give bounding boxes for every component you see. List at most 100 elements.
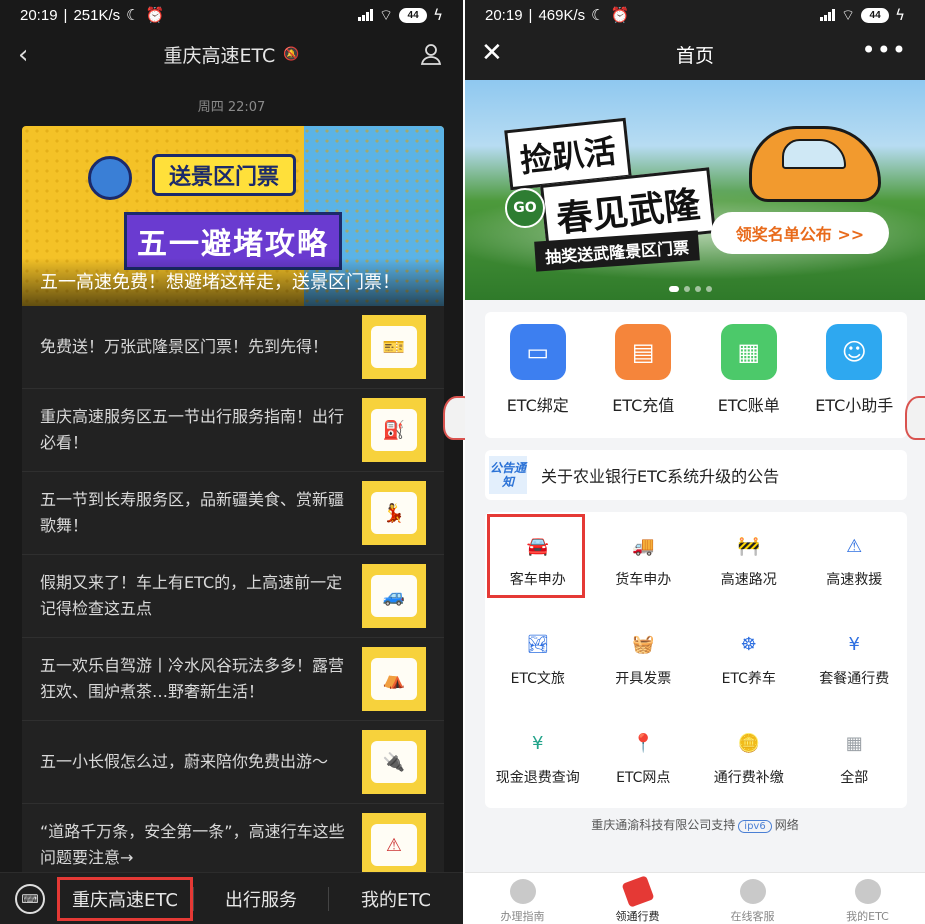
- car-icon: 🚙: [371, 575, 417, 617]
- dancer-icon: 💃: [371, 492, 417, 534]
- quick-etc-bill[interactable]: ▦ ETC账单: [696, 312, 802, 438]
- announcement-badge: 公告通知: [489, 456, 527, 494]
- service-rescue[interactable]: ⚠ 高速救援: [802, 512, 908, 611]
- promo-banner[interactable]: 捡趴活 春见武隆 GO 抽奖送武隆景区门票 领奖名单公布 >>: [465, 80, 925, 300]
- location-pin-icon: 📍: [632, 733, 655, 755]
- customer-service-icon: [739, 879, 766, 904]
- article-item[interactable]: “道路千万条，安全第一条”，高速行车这些问题要注意→ ⚠: [22, 804, 444, 878]
- article-title: 五一节到长寿服务区，品新疆美食、赏新疆歌舞！: [40, 490, 345, 535]
- message-timestamp: 周四 22:07: [197, 100, 266, 115]
- status-speed: 469K/s: [538, 6, 586, 24]
- banner-go-badge: GO: [505, 188, 545, 228]
- status-bar: 20:19 | 469K/s ☾ ⏰ ⌔ 44 ϟ: [485, 5, 905, 25]
- quick-actions: ▭ ETC绑定 ▤ ETC充值 ▦ ETC账单 ☺ ETC小助手: [485, 312, 907, 438]
- menu-tab-my-etc[interactable]: 我的ETC: [329, 886, 463, 912]
- etc-miniapp-panel: 20:19 | 469K/s ☾ ⏰ ⌔ 44 ϟ ✕ 首页 ••• 捡趴活 春…: [465, 0, 925, 924]
- service-package-toll[interactable]: ¥ 套餐通行费: [802, 611, 908, 710]
- mute-bell-icon: 🔕: [283, 46, 300, 62]
- calendar-bill-icon: ▦: [720, 324, 777, 380]
- article-item[interactable]: 五一节到长寿服务区，品新疆美食、赏新疆歌舞！ 💃: [22, 472, 444, 555]
- quick-etc-assistant[interactable]: ☺ ETC小助手: [802, 312, 908, 438]
- app-header: 20:19 | 469K/s ☾ ⏰ ⌔ 44 ϟ ✕ 首页 •••: [465, 0, 925, 80]
- article-card: 送景区门票 五一避堵攻略 五一高速免费！想避堵这样走，送景区门票！ 免费送！万张…: [22, 126, 444, 878]
- steering-wheel-icon: ☸: [740, 634, 757, 656]
- support-footnote: 重庆通渝科技有限公司支持 ipv6 网络: [591, 818, 799, 833]
- article-item[interactable]: 免费送！万张武隆景区门票！先到先得！ 🎫: [22, 306, 444, 389]
- tab-guide[interactable]: 办理指南: [465, 873, 580, 924]
- article-item[interactable]: 五一欢乐自驾游丨冷水风谷玩法多多！露营狂欢、围炉煮茶…野奢新生活！ ⛺: [22, 638, 444, 721]
- service-invoice[interactable]: 🧺 开具发票: [591, 611, 697, 710]
- service-passenger-car-apply[interactable]: 🚘 客车申办: [485, 512, 591, 611]
- charging-icon: ϟ: [895, 6, 905, 24]
- tent-icon: ⛺: [371, 658, 417, 700]
- moon-icon: ☾: [591, 7, 605, 24]
- back-arrow-icon[interactable]: ‹: [18, 40, 28, 70]
- profile-icon[interactable]: [419, 42, 443, 70]
- tab-toll-coupon[interactable]: 领通行费: [580, 873, 695, 924]
- article-thumbnail: 🚙: [362, 564, 426, 628]
- announcement-text: 关于农业银行ETC系统升级的公告: [541, 467, 780, 486]
- article-thumbnail: 💃: [362, 481, 426, 545]
- battery-icon: 44: [399, 7, 428, 23]
- signal-icon: [819, 9, 835, 21]
- service-truck-apply[interactable]: 🚚 货车申办: [591, 512, 697, 611]
- grid-all-icon: ▦: [845, 733, 863, 755]
- ipv6-badge: ipv6: [738, 820, 772, 833]
- tab-my-etc[interactable]: 我的ETC: [810, 873, 925, 924]
- service-area-icon: ⛽: [371, 409, 417, 451]
- status-time: 20:19: [20, 6, 58, 24]
- service-all[interactable]: ▦ 全部: [802, 709, 908, 808]
- warning-icon: ⚠: [846, 535, 863, 557]
- basket-invoice-icon: 🧺: [632, 634, 655, 656]
- article-thumbnail: 🎫: [362, 315, 426, 379]
- service-grid: 🚘 客车申办 🚚 货车申办 🚧 高速路况 ⚠ 高速救援 🏞 ETC文旅 🧺 开具…: [485, 512, 907, 808]
- close-icon[interactable]: ✕: [481, 38, 503, 68]
- tab-online-service[interactable]: 在线客服: [695, 873, 810, 924]
- chat-title: 重庆高速ETC: [163, 44, 276, 67]
- service-toll-repayment[interactable]: 🪙 通行费补缴: [696, 709, 802, 808]
- warning-triangle-icon: ⚠: [371, 824, 417, 866]
- charging-icon: ϟ: [433, 6, 443, 24]
- quick-etc-recharge[interactable]: ▤ ETC充值: [591, 312, 697, 438]
- cartoon-car-image: [749, 126, 881, 202]
- winner-list-button[interactable]: 领奖名单公布 >>: [711, 212, 889, 254]
- coin-stack-icon: 🪙: [737, 733, 760, 755]
- quick-etc-bind[interactable]: ▭ ETC绑定: [485, 312, 591, 438]
- article-item[interactable]: 重庆高速服务区五一节出行服务指南！出行必看！ ⛽: [22, 389, 444, 472]
- service-cash-refund-query[interactable]: ¥ 现金退费查询: [485, 709, 591, 808]
- page-title: 首页: [675, 44, 714, 67]
- passenger-car-icon: 🚘: [526, 535, 549, 557]
- menu-tab-chongqing-etc[interactable]: 重庆高速ETC: [57, 876, 193, 921]
- more-options-icon[interactable]: •••: [862, 36, 907, 64]
- service-etc-outlets[interactable]: 📍 ETC网点: [591, 709, 697, 808]
- hero-article[interactable]: 送景区门票 五一避堵攻略 五一高速免费！想避堵这样走，送景区门票！: [22, 126, 444, 306]
- user-profile-icon: [854, 879, 881, 904]
- keyboard-toggle-icon[interactable]: ⌨: [15, 883, 45, 914]
- article-title: “道路千万条，安全第一条”，高速行车这些问题要注意→: [40, 822, 345, 867]
- status-bar: 20:19 | 251K/s ☾ ⏰ ⌔ 44 ϟ: [20, 5, 443, 25]
- wechat-official-account-panel: 20:19 | 251K/s ☾ ⏰ ⌔ 44 ϟ ‹ 重庆高速ETC 🔕 周四…: [0, 0, 463, 924]
- chat-navbar: ‹ 重庆高速ETC 🔕: [0, 30, 463, 78]
- mascot-float-icon[interactable]: [905, 396, 925, 440]
- service-etc-tourism[interactable]: 🏞 ETC文旅: [485, 611, 591, 710]
- article-list: 免费送！万张武隆景区门票！先到先得！ 🎫 重庆高速服务区五一节出行服务指南！出行…: [22, 306, 444, 878]
- article-title: 假期又来了！车上有ETC的，上高速前一定记得检查这五点: [40, 573, 343, 618]
- article-thumbnail: ⚠: [362, 813, 426, 877]
- toll-package-icon: ¥: [848, 634, 860, 656]
- card-recharge-icon: ▤: [615, 324, 672, 380]
- account-menu-bar: ⌨ 重庆高速ETC 出行服务 我的ETC: [0, 872, 463, 924]
- article-item[interactable]: 五一小长假怎么过，蔚来陪你免费出游～ 🔌: [22, 721, 444, 804]
- article-title: 重庆高速服务区五一节出行服务指南！出行必看！: [40, 407, 345, 452]
- ticket-image-icon: 🎫: [371, 326, 417, 368]
- service-car-care[interactable]: ☸ ETC养车: [696, 611, 802, 710]
- announcement-bar[interactable]: 公告通知 关于农业银行ETC系统升级的公告: [485, 450, 907, 500]
- article-item[interactable]: 假期又来了！车上有ETC的，上高速前一定记得检查这五点 🚙: [22, 555, 444, 638]
- banner-pager: [669, 286, 712, 292]
- guide-wheel-icon: [509, 879, 536, 904]
- status-speed: 251K/s: [73, 6, 121, 24]
- miniapp-navbar: ✕ 首页 •••: [465, 30, 925, 78]
- article-thumbnail: ⛽: [362, 398, 426, 462]
- menu-tab-travel-service[interactable]: 出行服务: [194, 886, 328, 912]
- service-road-conditions[interactable]: 🚧 高速路况: [696, 512, 802, 611]
- article-title: 免费送！万张武隆景区门票！先到先得！: [40, 337, 329, 356]
